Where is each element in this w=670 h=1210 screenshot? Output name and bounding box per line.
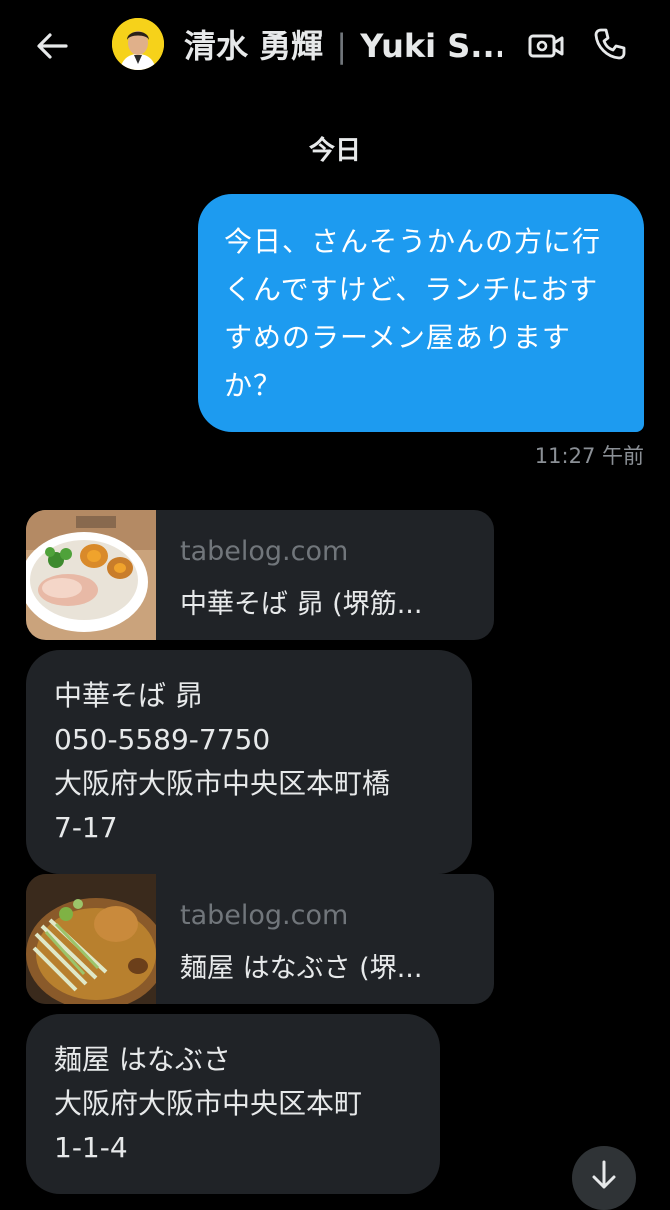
ramen-thumbnail-image — [26, 510, 156, 640]
message-line: 中華そば 昴 — [54, 679, 203, 712]
message-line: 大阪府大阪市中央区本町橋 — [54, 767, 391, 800]
contact-handle: Yuki S... — [360, 27, 502, 65]
link-domain: tabelog.com — [180, 536, 349, 567]
title-separator: | — [336, 27, 348, 65]
contact-name: 清水 勇輝 — [184, 27, 324, 65]
avatar[interactable] — [112, 18, 164, 70]
received-message-bubble[interactable]: 麺屋 はなぶさ 大阪府大阪市中央区本町 1-1-4 — [26, 1014, 440, 1194]
link-domain: tabelog.com — [180, 900, 349, 931]
person-photo-icon — [112, 18, 164, 70]
link-preview-card[interactable]: tabelog.com 中華そば 昴 (堺筋... — [26, 510, 494, 640]
link-preview-card[interactable]: tabelog.com 麺屋 はなぶさ (堺... — [26, 874, 494, 1004]
arrow-left-icon — [37, 33, 68, 59]
arrow-down-icon — [592, 1160, 616, 1189]
conversation-header: 清水 勇輝 | Yuki S... — [0, 0, 670, 92]
ramen-thumbnail-image — [26, 874, 156, 1004]
message-line: 大阪府大阪市中央区本町 — [54, 1087, 363, 1120]
back-button[interactable] — [30, 26, 74, 66]
link-title: 麺屋 はなぶさ (堺... — [180, 953, 423, 984]
sent-message-text: 今日、さんそうかんの方に行くんですけど、ランチにおすすめのラーメン屋ありますか？ — [224, 225, 602, 402]
link-title: 中華そば 昴 (堺筋... — [180, 589, 423, 620]
phone-icon — [594, 28, 626, 60]
message-timestamp: 11:27 午前 — [534, 444, 644, 468]
message-line: 1-1-4 — [54, 1131, 128, 1164]
received-message-bubble[interactable]: 中華そば 昴 050-5589-7750 大阪府大阪市中央区本町橋 7-17 — [26, 650, 472, 874]
message-line: 7-17 — [54, 811, 118, 844]
message-line: 050-5589-7750 — [54, 723, 271, 756]
video-call-button[interactable] — [526, 26, 566, 66]
video-camera-icon — [528, 34, 564, 58]
message-line: 麺屋 はなぶさ — [54, 1043, 231, 1076]
date-divider: 今日 — [308, 136, 361, 166]
conversation-title[interactable]: 清水 勇輝 | Yuki S... — [184, 24, 502, 68]
voice-call-button[interactable] — [590, 24, 630, 64]
scroll-to-bottom-button[interactable] — [572, 1146, 636, 1210]
sent-message-bubble[interactable]: 今日、さんそうかんの方に行くんですけど、ランチにおすすめのラーメン屋ありますか？ — [198, 194, 644, 432]
